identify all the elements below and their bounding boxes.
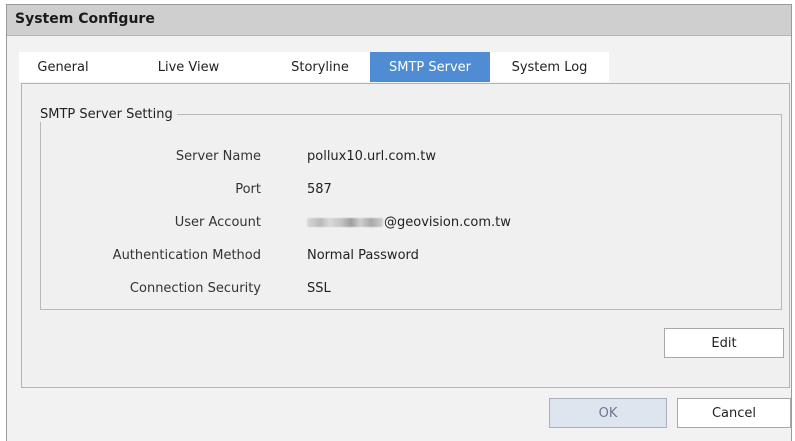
port-value: 587 xyxy=(307,182,332,197)
tab-smtp-server[interactable]: SMTP Server xyxy=(370,52,490,82)
smtp-settings-panel: SMTP Server Setting Server Name pollux10… xyxy=(21,83,790,388)
authentication-method-label: Authentication Method xyxy=(112,248,261,263)
user-account-domain: @geovision.com.tw xyxy=(384,215,511,230)
authentication-method-value: Normal Password xyxy=(307,248,419,263)
connection-security-value: SSL xyxy=(307,281,331,296)
ok-button[interactable]: OK xyxy=(549,398,667,428)
edit-button[interactable]: Edit xyxy=(664,328,784,358)
connection-security-label: Connection Security xyxy=(129,281,261,296)
dialog-titlebar: System Configure xyxy=(7,5,791,36)
group-title: SMTP Server Setting xyxy=(36,107,177,122)
system-configure-dialog: System Configure General Live View Story… xyxy=(6,4,792,441)
dialog-title: System Configure xyxy=(15,11,155,27)
tab-storyline[interactable]: Storyline xyxy=(270,52,370,82)
tab-general[interactable]: General xyxy=(19,52,107,82)
user-account-value: @geovision.com.tw xyxy=(307,214,511,232)
tab-system-log[interactable]: System Log xyxy=(490,52,609,82)
server-name-label: Server Name xyxy=(175,149,261,164)
tab-bar: General Live View Storyline SMTP Server … xyxy=(19,52,619,82)
tab-live-view[interactable]: Live View xyxy=(107,52,270,82)
redacted-username xyxy=(307,218,383,227)
server-name-value: pollux10.url.com.tw xyxy=(307,149,436,164)
port-label: Port xyxy=(235,182,261,197)
user-account-label: User Account xyxy=(174,215,261,230)
cancel-button[interactable]: Cancel xyxy=(677,398,791,428)
